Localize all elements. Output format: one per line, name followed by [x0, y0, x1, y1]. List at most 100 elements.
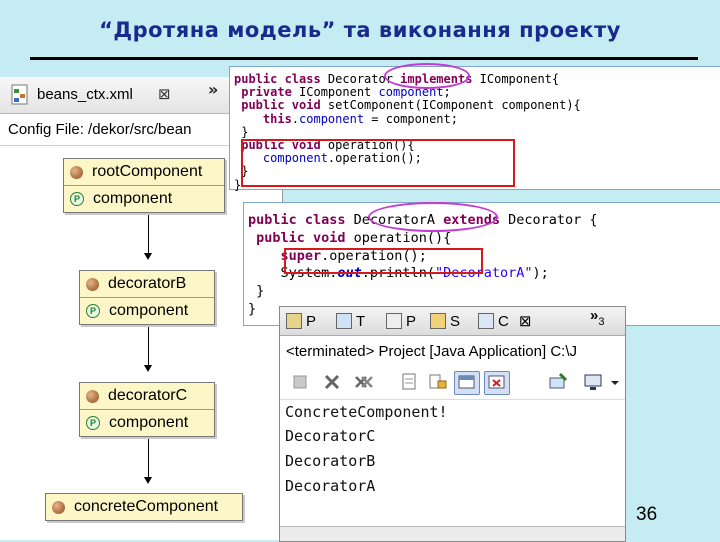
console-icon: [478, 313, 494, 329]
chevron-down-icon[interactable]: [608, 371, 622, 393]
code-token: component: [299, 111, 365, 126]
bean-property: Pcomponent: [64, 186, 224, 212]
code-token: }: [248, 283, 265, 300]
code-token: setComponent(IComponent component){: [327, 98, 581, 113]
console-output-line: DecoratorB: [285, 452, 376, 470]
show-on-error-button[interactable]: [484, 371, 510, 395]
bean-decorator-c[interactable]: decoratorC Pcomponent: [79, 382, 215, 437]
console-toolbar: [280, 367, 625, 400]
bean-name: decoratorB: [108, 275, 187, 292]
code-line: }: [234, 125, 248, 139]
tab-servers[interactable]: S: [430, 310, 460, 332]
properties-icon: [386, 313, 402, 329]
editor-tab-beans-ctx[interactable]: beans_ctx.xml: [37, 86, 133, 103]
bean-property: Pcomponent: [80, 410, 214, 436]
property-icon: P: [70, 192, 84, 206]
highlight-ellipse: [368, 202, 498, 232]
console-tab-bar: P T P S C ⊠ » 3: [280, 307, 625, 336]
console-status: <terminated> Project [Java Application] …: [286, 343, 577, 360]
bean-header: decoratorB: [80, 271, 214, 298]
config-file-path: Config File: /dekor/src/bean: [8, 121, 192, 138]
tab-label: C: [498, 312, 509, 330]
code-token: }: [234, 124, 249, 139]
highlight-rect: [284, 248, 483, 274]
tab-label: P: [406, 312, 417, 330]
console-output-line: ConcreteComponent!: [285, 403, 448, 421]
console-output-line: DecoratorA: [285, 477, 376, 495]
arrow-down-icon: [144, 477, 152, 484]
code-token: this: [234, 111, 292, 126]
bean-name: rootComponent: [92, 163, 203, 180]
property-name: component: [109, 414, 189, 431]
code-token: IComponent{: [479, 72, 560, 86]
property-name: component: [93, 190, 173, 207]
code-token: }: [248, 301, 257, 317]
code-token: IComponent: [299, 85, 379, 100]
page-number: 36: [636, 504, 658, 525]
more-tabs-icon[interactable]: » 3: [590, 307, 604, 329]
bean-icon: [70, 165, 83, 179]
bean-header: decoratorC: [80, 383, 214, 410]
show-on-output-button[interactable]: [454, 371, 480, 395]
arrow-down-icon: [144, 365, 152, 372]
more-tabs-count: 3: [598, 316, 605, 328]
tab-tasks[interactable]: T: [336, 310, 365, 332]
code-token: .: [291, 111, 300, 126]
bean-connector: [148, 215, 149, 255]
title-divider: [30, 57, 698, 60]
bean-decorator-b[interactable]: decoratorB Pcomponent: [79, 270, 215, 325]
code-token: operation(){: [353, 229, 452, 246]
property-icon: P: [86, 304, 100, 318]
display-console-button[interactable]: [582, 371, 606, 393]
tab-label: P: [306, 312, 317, 330]
code-token: public class: [234, 72, 328, 86]
console-output-line: DecoratorC: [285, 427, 376, 445]
code-token: );: [532, 265, 549, 282]
code-token: private: [234, 85, 300, 100]
tasks-icon: [336, 313, 352, 329]
code-token: public void: [234, 98, 328, 113]
bean-icon: [86, 277, 99, 291]
code-line: this.component = component;: [234, 112, 458, 126]
close-icon[interactable]: ⊠: [519, 312, 532, 330]
remove-all-button[interactable]: [352, 371, 376, 393]
bean-concrete-component[interactable]: concreteComponent: [45, 493, 243, 521]
property-icon: P: [86, 416, 100, 430]
tab-console[interactable]: C ⊠: [478, 310, 531, 332]
bean-connector: [148, 327, 149, 367]
bean-header: concreteComponent: [46, 494, 242, 520]
tab-label: S: [450, 312, 461, 330]
bean-header: rootComponent: [64, 159, 224, 186]
xml-file-icon: [11, 84, 28, 105]
tab-properties[interactable]: P: [386, 310, 416, 332]
code-token: public class: [248, 212, 354, 228]
bean-property: Pcomponent: [80, 298, 214, 324]
close-icon[interactable]: ⊠: [158, 85, 171, 103]
remove-launch-button[interactable]: [320, 371, 344, 393]
terminate-button[interactable]: [288, 371, 312, 393]
pin-console-button[interactable]: [546, 371, 570, 393]
scroll-lock-button[interactable]: [426, 371, 450, 393]
bean-icon: [86, 389, 99, 403]
bean-name: concreteComponent: [74, 498, 219, 515]
horizontal-scrollbar[interactable]: [280, 526, 625, 541]
more-tabs-icon[interactable]: »: [208, 80, 218, 99]
console-view: P T P S C ⊠ » 3 <terminated> Project [Java…: [279, 306, 626, 542]
more-glyph: »: [590, 307, 599, 324]
code-token: public void: [248, 229, 354, 246]
code-token: = component;: [364, 111, 458, 126]
code-token: Decorator {: [508, 212, 598, 228]
tab-label: T: [356, 312, 366, 330]
bean-root-component[interactable]: rootComponent Pcomponent: [63, 158, 225, 213]
clear-console-button[interactable]: [398, 371, 422, 393]
bean-connector: [148, 439, 149, 479]
bean-name: decoratorC: [108, 387, 188, 404]
servers-icon: [430, 313, 446, 329]
tab-problems[interactable]: P: [286, 310, 316, 332]
problems-icon: [286, 313, 302, 329]
bean-icon: [52, 500, 65, 514]
code-line: public void operation(){: [248, 230, 451, 246]
highlight-ellipse: [384, 63, 470, 89]
property-name: component: [109, 302, 189, 319]
arrow-down-icon: [144, 253, 152, 260]
